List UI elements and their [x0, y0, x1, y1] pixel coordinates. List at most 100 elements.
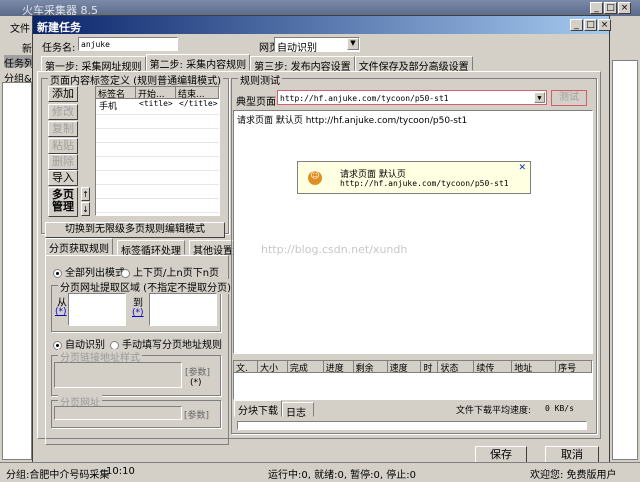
cancel-button[interactable]: 取消	[545, 446, 599, 463]
right-panel	[612, 60, 638, 460]
tab-step1[interactable]: 第一步: 采集网址规则	[41, 56, 146, 73]
close-button[interactable]: ×	[618, 2, 631, 14]
col[interactable]: 时	[421, 361, 439, 373]
to-star-link[interactable]: (*)	[132, 308, 144, 318]
tab-other-settings[interactable]: 其他设置	[189, 240, 237, 257]
tab-tag-loop[interactable]: 标签循环处理	[117, 240, 185, 257]
tab-step2[interactable]: 第二步: 采集内容规则	[145, 54, 251, 71]
col[interactable]: 完成	[287, 361, 324, 373]
radio-list-all[interactable]: 全部列出模式	[53, 264, 125, 279]
col[interactable]: 序号	[556, 361, 592, 373]
col[interactable]: 文.	[234, 361, 258, 373]
progress-bar	[237, 421, 587, 430]
notification-popup: ☺ 请求页面 默认页 http://hf.anjuke.com/tycoon/p…	[297, 161, 531, 194]
chevron-down-icon: ▼	[347, 38, 359, 50]
tab-file-save[interactable]: 文件保存及部分高级设置	[354, 56, 473, 73]
test-result-area[interactable]: 请求页面 默认页 http://hf.anjuke.com/tycoon/p50…	[233, 110, 593, 354]
result-text: 请求页面 默认页 http://hf.anjuke.com/tycoon/p50…	[237, 116, 468, 126]
add-button[interactable]: 添加	[48, 86, 78, 102]
new-task-dialog: 新建任务 _ □ × 任务名: anjuke 网页编码: 自动识别▼ 第一步: …	[32, 15, 611, 467]
dialog-minimize-button[interactable]: _	[570, 19, 583, 31]
col[interactable]: 地址	[512, 361, 557, 373]
table-row[interactable]: 手机 <title> </title>	[96, 99, 219, 112]
page-url-value: http://hf.anjuke.com/tycoon/p50-st1	[280, 94, 449, 103]
speed-label: 文件下载平均速度:	[456, 406, 532, 416]
tab-step3[interactable]: 第三步: 发布内容设置	[250, 56, 355, 73]
popup-line2: http://hf.anjuke.com/tycoon/p50-st1	[340, 179, 509, 188]
cell: 手机	[99, 102, 118, 112]
chevron-down-icon: ▼	[534, 92, 545, 103]
param-button[interactable]: [参数]	[185, 365, 210, 378]
to-label: 到	[133, 298, 143, 309]
to-input[interactable]	[149, 293, 217, 326]
paste-button[interactable]: 粘贴	[48, 138, 78, 154]
status-welcome: 欢迎您: 免费版用户	[530, 470, 617, 481]
col[interactable]: 速度	[387, 361, 422, 373]
tag-definition-title: 页面内容标签定义 (规则普通编辑模式)	[48, 72, 223, 87]
star-button[interactable]: (*)	[190, 378, 202, 388]
import-button[interactable]: 导入	[48, 170, 78, 186]
tab-log[interactable]: 日志	[282, 402, 314, 419]
encoding-select[interactable]: 自动识别 ▼	[274, 37, 360, 54]
radio-label: 全部列出模式	[65, 268, 125, 279]
region-title: 分页网址提取区域 (不指定不提取分页)	[58, 279, 233, 294]
cell: </title>	[179, 99, 218, 108]
task-name-label: 任务名:	[42, 43, 76, 54]
col[interactable]: 进度	[323, 361, 354, 373]
bottom-tabs: 分块下载 日志	[234, 400, 314, 419]
multipage-manage-button[interactable]: 多页管理	[48, 187, 78, 217]
dialog-maximize-button[interactable]: □	[584, 19, 597, 31]
tab-block-download[interactable]: 分块下载	[234, 400, 282, 417]
col-tag-name[interactable]: 标签名	[96, 87, 136, 99]
dialog-close-button[interactable]: ×	[598, 19, 611, 31]
radio-icon	[53, 268, 62, 278]
menu-file[interactable]: 文件	[10, 20, 30, 35]
download-header: 文. 大小 完成 进度 剩余 速度 时 状态 续传 地址 序号	[234, 361, 592, 373]
col[interactable]: 大小	[257, 361, 288, 373]
edit-button[interactable]: 修改	[48, 104, 78, 120]
col-start[interactable]: 开始...	[136, 87, 176, 99]
download-table[interactable]: 文. 大小 完成 进度 剩余 速度 时 状态 续传 地址 序号	[233, 360, 593, 400]
page-url-combobox[interactable]: http://hf.anjuke.com/tycoon/p50-st1 ▼	[277, 90, 547, 105]
cell: <title>	[139, 99, 173, 108]
encoding-value: 自动识别	[277, 43, 317, 54]
status-time: 10:10	[106, 466, 135, 477]
rule-test-title: 规则测试	[238, 72, 282, 87]
app-titlebar: 火车采集器 8.5	[0, 0, 640, 17]
delete-button[interactable]: 删除	[48, 154, 78, 170]
task-name-input[interactable]: anjuke	[78, 37, 178, 51]
page-label: 典型页面:	[236, 97, 280, 108]
status-group: 分组:合肥中介号码采集	[6, 470, 110, 481]
radio-prev-next[interactable]: 上下页/上n页下n页	[121, 264, 219, 279]
toolbar-new[interactable]: 新	[22, 40, 32, 55]
maximize-button[interactable]: □	[604, 2, 617, 14]
param2-button[interactable]: [参数]	[184, 408, 209, 421]
test-button[interactable]: 测试	[551, 90, 587, 106]
move-up-button[interactable]: ↑	[81, 187, 90, 201]
col[interactable]: 状态	[438, 361, 475, 373]
dialog-title: 新建任务	[37, 21, 81, 34]
from-input[interactable]	[68, 293, 126, 326]
col-end[interactable]: 结束...	[176, 87, 219, 99]
mascot-icon: ☺	[308, 171, 322, 185]
radio-label: 上下页/上n页下n页	[133, 268, 220, 279]
link-pattern-input[interactable]	[54, 362, 182, 388]
task-tree[interactable]	[2, 82, 32, 460]
col[interactable]: 续传	[474, 361, 513, 373]
copy-button[interactable]: 复制	[48, 121, 78, 137]
from-star-link[interactable]: (*)	[55, 307, 67, 317]
minimize-button[interactable]: _	[590, 2, 603, 14]
watermark: http://blog.csdn.net/xundh	[261, 243, 408, 256]
status-counts: 运行中:0, 就绪:0, 暂停:0, 停止:0	[268, 470, 416, 481]
switch-mode-button[interactable]: 切换到无限级多页规则编辑模式	[45, 222, 225, 238]
col[interactable]: 剩余	[353, 361, 388, 373]
tab-pagination-rule[interactable]: 分页获取规则	[45, 238, 113, 255]
page-url-input[interactable]	[54, 406, 182, 420]
speed-value: 0 KB/s	[545, 404, 574, 413]
dialog-titlebar: 新建任务	[33, 16, 609, 34]
save-button[interactable]: 保存	[475, 446, 527, 463]
radio-icon	[121, 268, 130, 278]
tag-table[interactable]: 标签名 开始... 结束... 手机 <title> </title>	[95, 86, 220, 216]
popup-close-icon[interactable]: ✕	[518, 163, 526, 173]
move-down-button[interactable]: ↓	[81, 202, 90, 216]
